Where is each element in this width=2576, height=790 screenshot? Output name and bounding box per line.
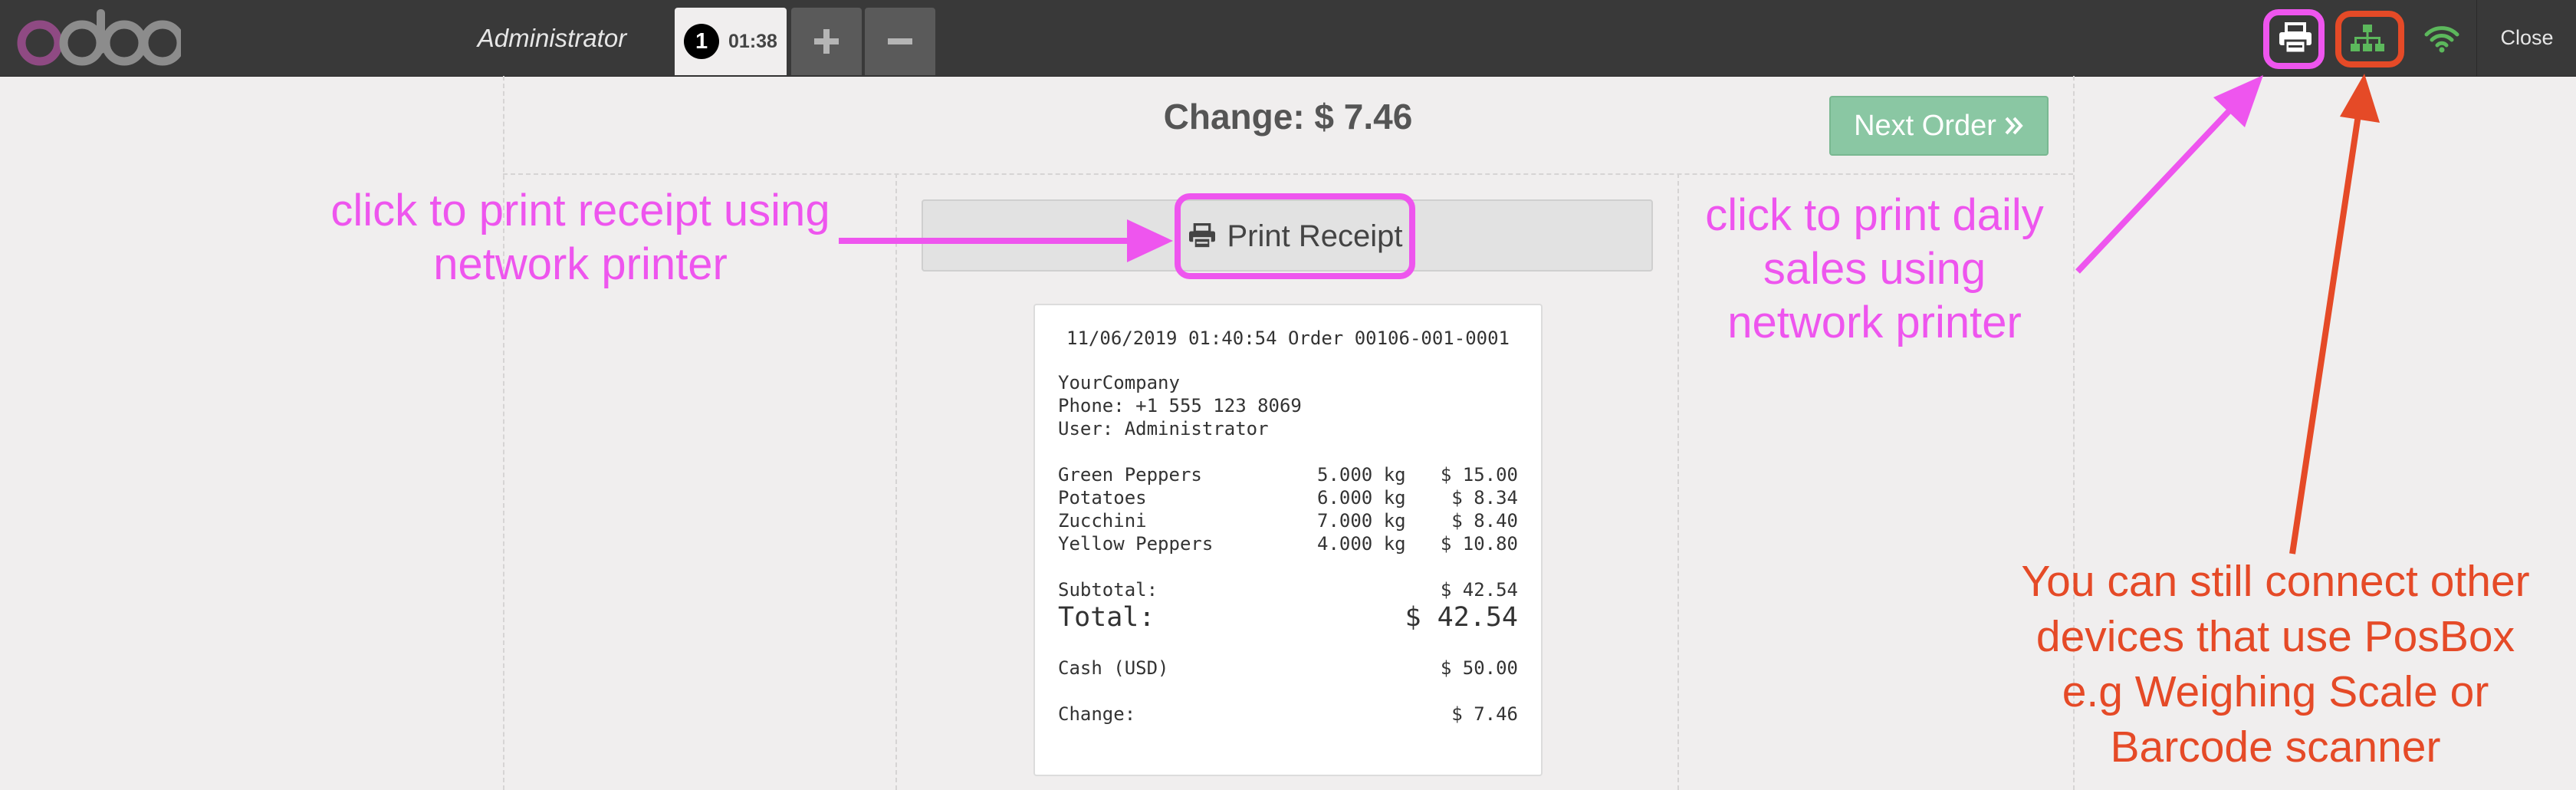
receipt-line: Green Peppers 5.000 kg $ 15.00: [1058, 464, 1518, 486]
close-button[interactable]: Close: [2476, 0, 2576, 76]
column-border-left: [895, 173, 897, 790]
order-number-badge: 1: [684, 24, 720, 59]
add-order-button[interactable]: [791, 8, 862, 75]
order-tab-1[interactable]: 1 01:38: [675, 8, 787, 75]
receipt-payment: Cash (USD) $ 50.00: [1058, 657, 1518, 679]
next-order-button[interactable]: Next Order: [1829, 96, 2049, 156]
receipt-change: Change: $ 7.46: [1058, 703, 1518, 725]
receipt-header-line: 11/06/2019 01:40:54 Order 00106-001-0001: [1066, 328, 1510, 349]
receipt-line: Potatoes 6.000 kg $ 8.34: [1058, 487, 1518, 509]
annotation-daily-sales: click to print daily sales using network…: [1705, 190, 2044, 347]
odoo-logo: [17, 9, 181, 66]
remove-order-button[interactable]: [865, 8, 935, 75]
printer-highlight: [2263, 9, 2325, 69]
receipt-line: Yellow Peppers 4.000 kg $ 10.80: [1058, 533, 1518, 555]
arrow-to-header-printer: [2075, 105, 2235, 274]
order-time: 01:38: [728, 30, 777, 52]
screen-border-left: [503, 76, 504, 790]
plus-icon: [814, 29, 839, 54]
cashier-name[interactable]: Administrator: [452, 0, 652, 76]
synchronization-status[interactable]: [2407, 0, 2476, 76]
receipt-user: User: Administrator: [1058, 418, 1269, 439]
receipt: 11/06/2019 01:40:54 Order 00106-001-0001…: [1033, 304, 1543, 776]
next-order-label: Next Order: [1854, 109, 1996, 142]
pos-topbar: Administrator 1 01:38 Close: [0, 0, 2576, 77]
double-chevron-right-icon: [2005, 117, 2023, 135]
receipt-line: Zucchini 7.000 kg $ 8.40: [1058, 510, 1518, 532]
annotation-receipt-print: click to print receipt using network pri…: [330, 186, 830, 289]
receipt-subtotal: Subtotal: $ 42.54: [1058, 579, 1518, 601]
annotation-posbox: You can still connect other devices that…: [2021, 557, 2530, 772]
change-title: Change: $ 7.46: [1163, 97, 1413, 137]
receipt-company: YourCompany: [1058, 372, 1180, 393]
arrow-to-posbox: [2289, 114, 2361, 555]
arrowhead-header-printer: [2213, 75, 2263, 127]
top-section-border: [503, 173, 2073, 175]
posbox-highlight: [2335, 11, 2404, 67]
arrowhead-posbox: [2340, 74, 2380, 123]
wifi-icon: [2424, 25, 2459, 52]
print-receipt-highlight: [1175, 193, 1415, 279]
receipt-total: Total: $ 42.54: [1058, 602, 1518, 633]
receipt-phone: Phone: +1 555 123 8069: [1058, 395, 1302, 416]
minus-icon: [888, 38, 912, 44]
